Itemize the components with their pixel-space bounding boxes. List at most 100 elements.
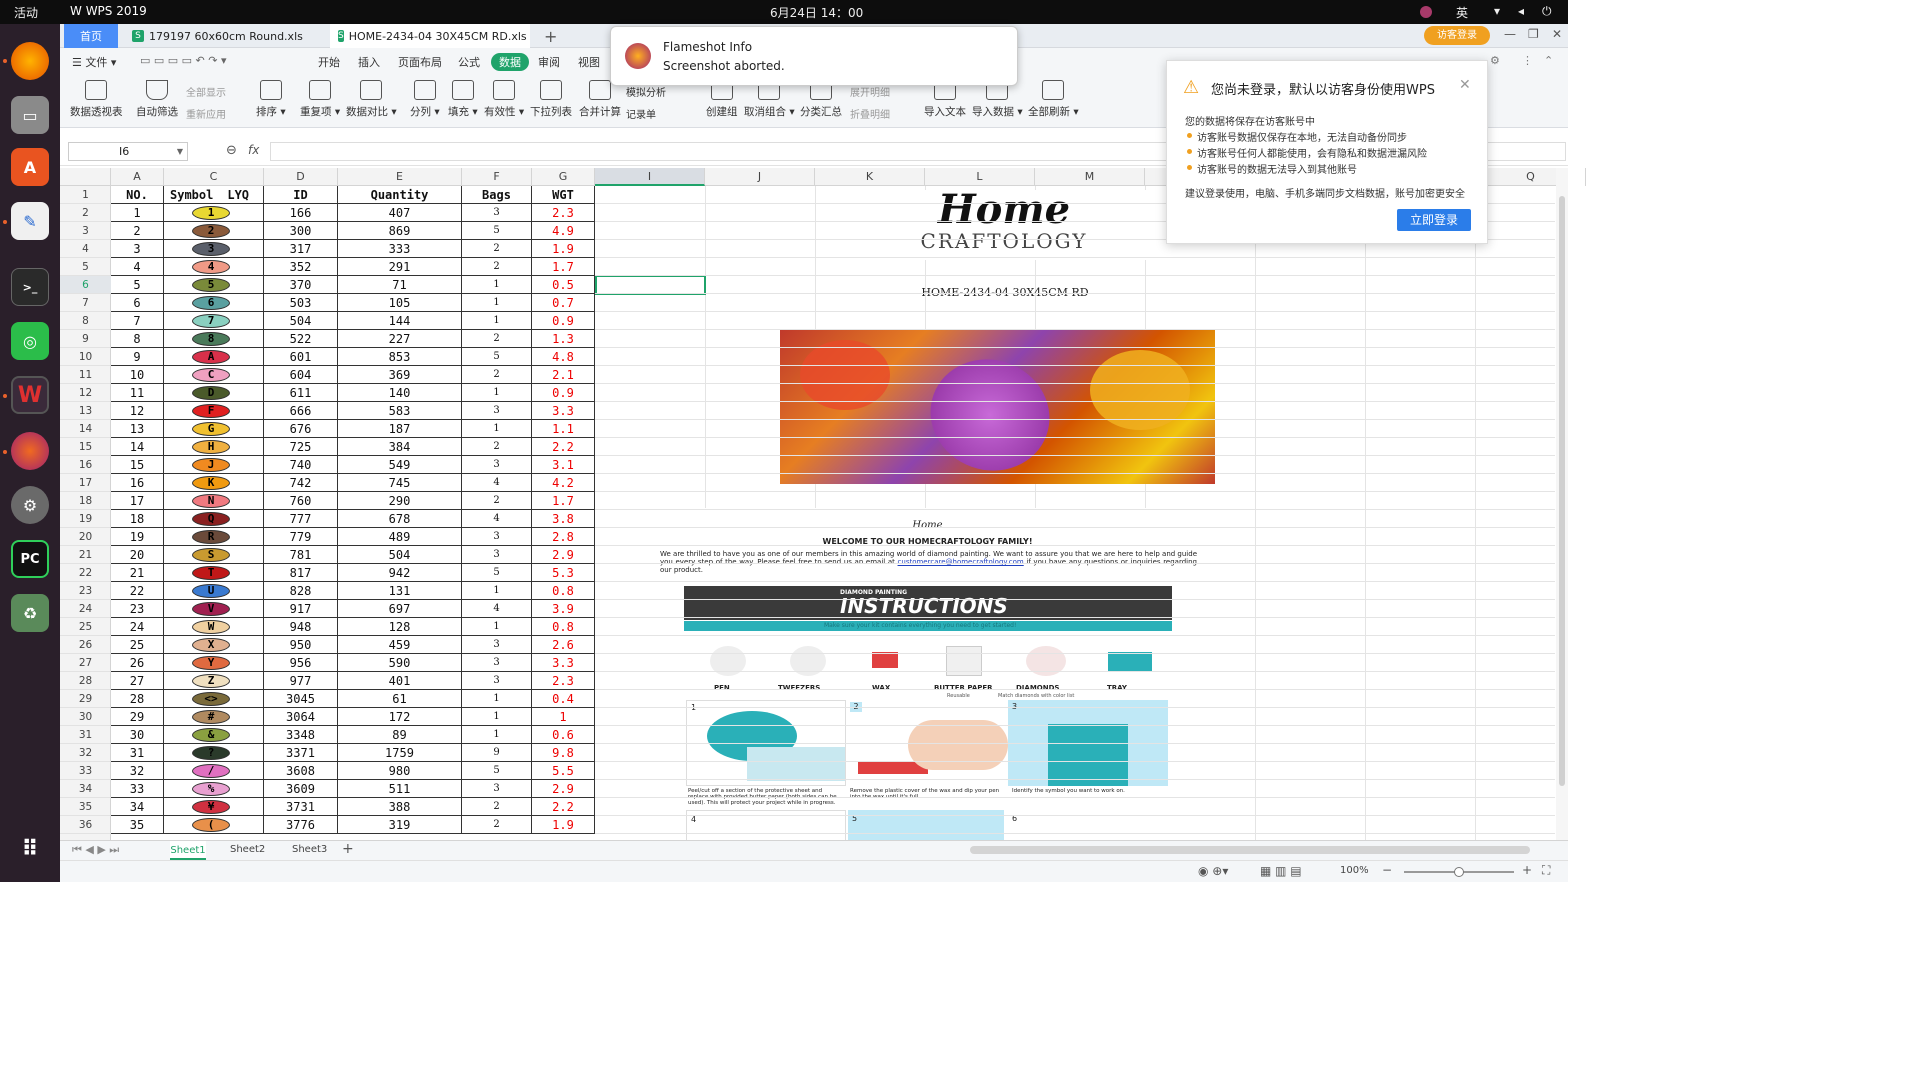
table-cell-bags[interactable]: 1 <box>462 582 532 600</box>
eye-protection-icon[interactable]: ◉ ⊕▾ <box>1198 864 1228 878</box>
menu-start[interactable]: 开始 <box>318 54 340 70</box>
table-cell-wgt[interactable]: 1 <box>532 708 595 726</box>
table-cell-sym[interactable]: H <box>164 438 264 456</box>
row-header[interactable]: 20 <box>60 528 111 546</box>
row-header[interactable]: 13 <box>60 402 111 420</box>
table-cell-no[interactable]: 11 <box>111 384 164 402</box>
cell-grid[interactable]: Home CRAFTOLOGY HOME-2434-04 30X45CM RD … <box>111 186 1556 840</box>
table-cell-qty[interactable]: 131 <box>338 582 462 600</box>
table-cell-id[interactable]: 956 <box>264 654 338 672</box>
table-cell-id[interactable]: 977 <box>264 672 338 690</box>
settings-gear-icon[interactable]: ⚙ <box>11 486 49 524</box>
menu-formula[interactable]: 公式 <box>458 54 480 70</box>
table-cell-sym[interactable]: J <box>164 456 264 474</box>
table-cell-qty[interactable]: 227 <box>338 330 462 348</box>
table-cell-no[interactable]: 6 <box>111 294 164 312</box>
table-cell-sym[interactable]: 1 <box>164 204 264 222</box>
table-cell-qty[interactable]: 140 <box>338 384 462 402</box>
table-cell-wgt[interactable]: 2.9 <box>532 546 595 564</box>
table-cell-sym[interactable]: 8 <box>164 330 264 348</box>
table-cell-wgt[interactable]: 0.6 <box>532 726 595 744</box>
table-cell-no[interactable]: 1 <box>111 204 164 222</box>
table-cell-sym[interactable]: C <box>164 366 264 384</box>
table-cell-bags[interactable]: 1 <box>462 312 532 330</box>
table-cell-bags[interactable]: 1 <box>462 420 532 438</box>
table-cell-bags[interactable]: 9 <box>462 744 532 762</box>
row-header[interactable]: 14 <box>60 420 111 438</box>
table-cell-bags[interactable]: 3 <box>462 672 532 690</box>
close-window-icon[interactable]: ✕ <box>1552 27 1562 41</box>
table-cell-id[interactable]: 3609 <box>264 780 338 798</box>
table-cell-qty[interactable]: 61 <box>338 690 462 708</box>
name-box[interactable]: I6 ▼ <box>68 142 188 161</box>
table-cell-id[interactable]: 725 <box>264 438 338 456</box>
table-cell-id[interactable]: 604 <box>264 366 338 384</box>
table-cell-qty[interactable]: 401 <box>338 672 462 690</box>
tab-home-2434-xls[interactable]: SHOME-2434-04 30X45CM RD.xls✕ <box>330 24 530 48</box>
flameshot-tray-icon[interactable] <box>1420 6 1432 18</box>
table-cell-bags[interactable]: 3 <box>462 654 532 672</box>
table-cell-bags[interactable]: 1 <box>462 276 532 294</box>
table-cell-bags[interactable]: 3 <box>462 780 532 798</box>
table-cell-qty[interactable]: 853 <box>338 348 462 366</box>
table-cell-id[interactable]: 522 <box>264 330 338 348</box>
flameshot-notification[interactable]: Flameshot Info Screenshot aborted. <box>610 26 1018 86</box>
flameshot-icon[interactable] <box>11 432 49 470</box>
column-header[interactable]: K <box>815 168 925 186</box>
table-cell-sym[interactable]: 6 <box>164 294 264 312</box>
table-cell-bags[interactable]: 3 <box>462 204 532 222</box>
table-cell-wgt[interactable]: 3.9 <box>532 600 595 618</box>
table-cell-id[interactable]: 3348 <box>264 726 338 744</box>
table-cell-id[interactable]: 3731 <box>264 798 338 816</box>
table-cell-wgt[interactable]: 1.7 <box>532 492 595 510</box>
table-cell-qty[interactable]: 869 <box>338 222 462 240</box>
table-cell-qty[interactable]: 291 <box>338 258 462 276</box>
row-header[interactable]: 36 <box>60 816 111 834</box>
column-header[interactable]: G <box>532 168 595 186</box>
table-cell-bags[interactable]: 3 <box>462 402 532 420</box>
menu-data[interactable]: 数据 <box>491 53 529 71</box>
table-cell-qty[interactable]: 105 <box>338 294 462 312</box>
table-cell-no[interactable]: 3 <box>111 240 164 258</box>
column-header-selected[interactable]: I <box>595 168 705 186</box>
fullscreen-icon[interactable]: ⛶ <box>1542 863 1550 878</box>
row-header[interactable]: 24 <box>60 600 111 618</box>
table-cell-id[interactable]: 317 <box>264 240 338 258</box>
table-cell-id[interactable]: 779 <box>264 528 338 546</box>
table-cell-no[interactable]: 35 <box>111 816 164 834</box>
table-cell-id[interactable]: 3608 <box>264 762 338 780</box>
row-header[interactable]: 2 <box>60 204 111 222</box>
zoom-search-icon[interactable]: ⊖ <box>226 143 237 158</box>
table-cell-bags[interactable]: 2 <box>462 366 532 384</box>
sheet-tab-3[interactable]: Sheet3 <box>292 844 327 855</box>
row-header[interactable]: 27 <box>60 654 111 672</box>
reapply-button[interactable]: 重新应用 <box>186 106 226 121</box>
volume-icon[interactable]: ◂ <box>1518 4 1524 18</box>
collapse-ribbon-icon[interactable]: ⌃ <box>1544 54 1553 67</box>
column-header[interactable]: D <box>264 168 338 186</box>
table-cell-sym[interactable]: G <box>164 420 264 438</box>
file-menu[interactable]: ☰ 文件 ▾ <box>72 54 116 70</box>
text-editor-icon[interactable]: ✎ <box>11 202 49 240</box>
column-header[interactable]: Q <box>1476 168 1586 186</box>
menu-insert[interactable]: 插入 <box>358 54 380 70</box>
table-cell-sym[interactable]: ¥ <box>164 798 264 816</box>
table-cell-qty[interactable]: 678 <box>338 510 462 528</box>
row-header[interactable]: 12 <box>60 384 111 402</box>
row-header[interactable]: 29 <box>60 690 111 708</box>
table-cell-bags[interactable]: 2 <box>462 816 532 834</box>
table-cell-qty[interactable]: 504 <box>338 546 462 564</box>
table-cell-sym[interactable]: Q <box>164 510 264 528</box>
row-header[interactable]: 11 <box>60 366 111 384</box>
table-cell-id[interactable]: 760 <box>264 492 338 510</box>
table-cell-qty[interactable]: 511 <box>338 780 462 798</box>
table-cell-bags[interactable]: 2 <box>462 492 532 510</box>
column-header[interactable]: F <box>462 168 532 186</box>
table-cell-sym[interactable]: V <box>164 600 264 618</box>
table-cell-no[interactable]: 7 <box>111 312 164 330</box>
more-options-icon[interactable]: ⋮ <box>1522 54 1533 67</box>
column-header[interactable]: A <box>111 168 164 186</box>
new-tab-button[interactable]: + <box>536 24 565 48</box>
table-cell-id[interactable]: 828 <box>264 582 338 600</box>
pivot-table-button[interactable]: 数据透视表 <box>70 80 123 119</box>
